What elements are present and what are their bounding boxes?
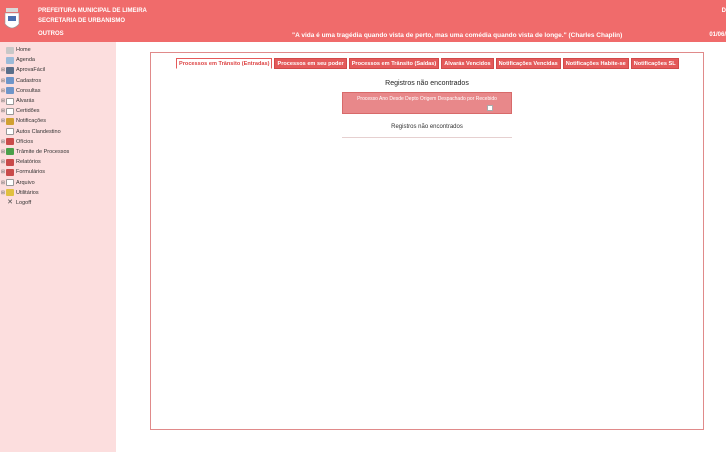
tab-processos-transito-saidas[interactable]: Processos em Trânsito (Saídas) (348, 58, 440, 69)
sidebar-item-label: AprovaFácil (16, 67, 46, 74)
header-org-name: PREFEITURA MUNICIPAL DE LIMEIRA (38, 8, 147, 14)
sidebar-item-notificacoes[interactable]: ⊞ Notificações (0, 116, 116, 126)
home-icon (6, 46, 14, 54)
sidebar-item-label: Notificações (16, 118, 46, 125)
sidebar-item-relatorios[interactable]: ⊞ Relatórios (0, 157, 116, 167)
sidebar-item-label: Agenda (16, 57, 35, 64)
header-date: 01/06/ (709, 32, 726, 38)
divider (342, 137, 512, 138)
globe-icon (6, 148, 14, 156)
tab-processos-em-seu-poder[interactable]: Processos em seu poder (274, 58, 347, 69)
sidebar-item-alvaras[interactable]: ⊞ Alvarás (0, 96, 116, 106)
document-icon (6, 97, 14, 105)
city-crest-icon (4, 8, 20, 29)
tab-notificacoes-sl[interactable]: Notificações SL (630, 58, 679, 69)
agenda-icon (6, 56, 14, 64)
tab-bar: Processos em Trânsito (Entradas) Process… (176, 58, 681, 69)
pen-icon (6, 117, 14, 125)
process-table-header: Processo Ano Desde Depto Origem Despacha… (342, 92, 512, 114)
sidebar-item-tramite[interactable]: ⊞ Trâmite de Processos (0, 147, 116, 157)
aprova-icon (6, 66, 14, 74)
empty-message: Registros não encontrados (391, 124, 463, 130)
sidebar-item-label: Logoff (16, 199, 32, 206)
sidebar-item-label: Cadastros (16, 77, 42, 84)
header-department: SECRETARIA DE URBANISMO (38, 18, 126, 24)
tab-processos-transito-entradas[interactable]: Processos em Trânsito (Entradas) (176, 58, 273, 69)
tab-notificacoes-vencidas[interactable]: Notificações Vencidas (495, 58, 561, 69)
sidebar-item-agenda[interactable]: Agenda (0, 55, 116, 65)
sidebar-item-label: Home (16, 47, 31, 54)
header-section: OUTROS (38, 31, 64, 37)
sidebar-item-label: Consultas (16, 87, 41, 94)
sidebar-item-label: Certidões (16, 108, 40, 115)
document-icon (6, 179, 14, 187)
sidebar-item-label: Ofícios (16, 138, 34, 145)
sidebar-item-label: Autos Clandestino (16, 128, 61, 135)
content-title: Registros não encontrados (385, 80, 469, 87)
sidebar-item-aprovafacil[interactable]: ⊞ AprovaFácil (0, 65, 116, 75)
sidebar-item-label: Alvarás (16, 98, 35, 105)
header-user-initial: D (721, 8, 726, 14)
folder-icon (6, 158, 14, 166)
document-icon (6, 107, 14, 115)
sidebar-item-utilitarios[interactable]: ⊞ Utilitários (0, 188, 116, 198)
sidebar-item-label: Relatórios (16, 159, 41, 166)
sidebar-item-label: Formulários (16, 169, 46, 176)
sidebar-item-label: Arquivo (16, 179, 35, 186)
sidebar-item-logoff[interactable]: ✕ Logoff (0, 198, 116, 208)
select-all-checkbox[interactable] (487, 105, 493, 111)
tab-alvaras-vencidos[interactable]: Alvarás Vencidos (441, 58, 494, 69)
sidebar-item-label: Utilitários (16, 189, 39, 196)
sidebar-item-arquivo[interactable]: ⊞ Arquivo (0, 177, 116, 187)
sidebar-item-autos-clandestino[interactable]: Autos Clandestino (0, 127, 116, 137)
tab-notificacoes-habite-se[interactable]: Notificações Habite-se (562, 58, 629, 69)
header-quote: "A vida é uma tragédia quando vista de p… (292, 32, 623, 39)
sidebar-item-cadastros[interactable]: ⊞ Cadastros (0, 76, 116, 86)
sidebar-item-certidoes[interactable]: ⊞ Certidões (0, 106, 116, 116)
bulb-icon (6, 189, 14, 197)
logoff-icon: ✕ (7, 199, 13, 207)
folder-icon (6, 138, 14, 146)
process-table-columns: Processo Ano Desde Depto Origem Despacha… (357, 96, 497, 102)
sidebar-item-formularios[interactable]: ⊞ Formulários (0, 167, 116, 177)
folder-icon (6, 168, 14, 176)
header-bar: PREFEITURA MUNICIPAL DE LIMEIRA SECRETAR… (0, 0, 726, 42)
document-icon (6, 128, 14, 136)
sidebar-item-oficios[interactable]: ⊞ Ofícios (0, 137, 116, 147)
list-icon (6, 77, 14, 85)
sidebar: Home Agenda ⊞ AprovaFácil ⊞ Cadastros ⊞ Con… (0, 42, 116, 452)
list-icon (6, 87, 14, 95)
sidebar-item-home[interactable]: Home (0, 45, 116, 55)
sidebar-item-label: Trâmite de Processos (16, 148, 70, 155)
sidebar-item-consultas[interactable]: ⊞ Consultas (0, 86, 116, 96)
